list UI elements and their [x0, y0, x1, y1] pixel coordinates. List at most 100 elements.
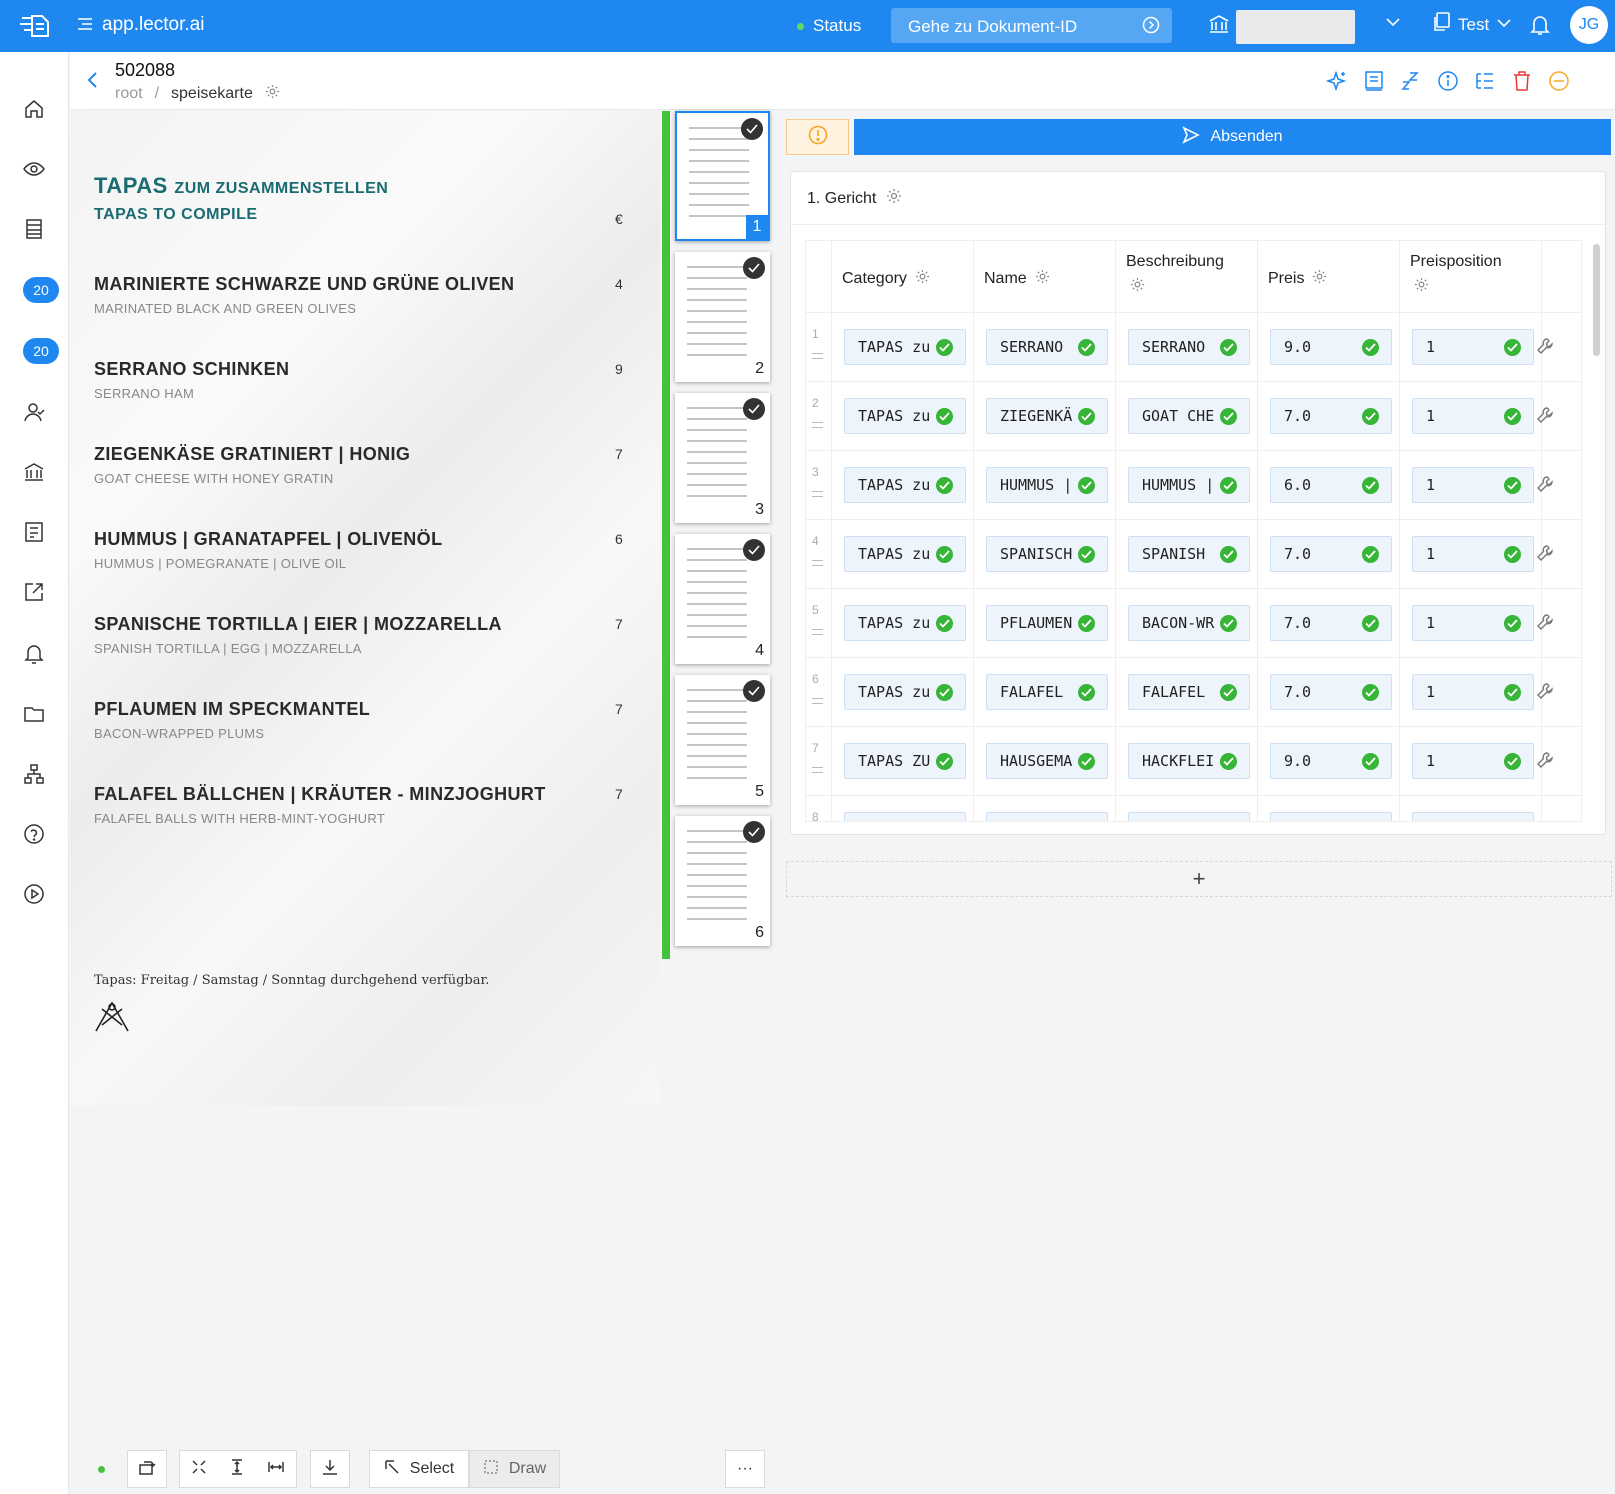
description-cell[interactable]: FALAFEL	[1128, 674, 1250, 710]
name-cell[interactable]: FALAFEL	[986, 674, 1108, 710]
name-cell[interactable]: PFLAUMEN	[986, 605, 1108, 641]
price-cell[interactable]: 9.0	[1270, 329, 1392, 365]
table-row[interactable]: 7 TAPAS ZU HAUSGEMA HACKFLEI 9.0 1	[806, 727, 1581, 796]
draw-tool-button[interactable]: Draw	[469, 1450, 560, 1488]
page-thumbnail[interactable]: 4	[675, 534, 770, 664]
drag-handle-icon[interactable]	[812, 629, 823, 635]
fit-page-icon[interactable]	[191, 1459, 207, 1480]
description-cell[interactable]: SERRANO	[1128, 329, 1250, 365]
settings-gear-icon[interactable]	[886, 188, 902, 209]
wrench-icon[interactable]	[1536, 820, 1554, 821]
settings-gear-icon[interactable]	[1130, 277, 1145, 297]
user-avatar[interactable]: JG	[1570, 6, 1608, 44]
count-badge[interactable]: 20	[23, 277, 59, 303]
ai-sparkle-icon[interactable]	[1325, 69, 1349, 93]
price-position-cell[interactable]: 1	[1412, 329, 1534, 365]
settings-gear-icon[interactable]	[265, 84, 280, 104]
drag-handle-icon[interactable]	[812, 560, 823, 566]
form-view-icon[interactable]	[1362, 69, 1386, 93]
select-tool-button[interactable]: Select	[369, 1450, 469, 1488]
help-icon[interactable]	[22, 822, 46, 846]
price-cell[interactable]: 6.0	[1270, 467, 1392, 503]
price-position-cell[interactable]: 1	[1412, 743, 1534, 779]
description-cell[interactable]: GOAT CHE	[1128, 398, 1250, 434]
go-arrow-icon[interactable]	[1142, 16, 1160, 39]
wrench-icon[interactable]	[1536, 544, 1554, 567]
status-indicator[interactable]: Status	[797, 16, 861, 36]
price-cell[interactable]: 7.0	[1270, 674, 1392, 710]
drag-handle-icon[interactable]	[812, 698, 823, 704]
table-scrollbar[interactable]	[1593, 244, 1600, 356]
name-cell[interactable]: SERRANO	[986, 329, 1108, 365]
goto-document-input[interactable]: Gehe zu Dokument-ID	[891, 8, 1172, 43]
home-icon[interactable]	[22, 97, 46, 121]
add-section-button[interactable]: +	[786, 861, 1612, 897]
name-cell[interactable]: HAUSGEMA	[986, 743, 1108, 779]
settings-gear-icon[interactable]	[1414, 277, 1429, 297]
name-cell[interactable]: SPANISCH	[986, 536, 1108, 572]
document-preview[interactable]: TAPAS ZUM ZUSAMMENSTELLEN TAPAS TO COMPI…	[70, 111, 660, 1106]
wrench-icon[interactable]	[1536, 682, 1554, 705]
category-cell[interactable]: TAPAS ZU	[844, 812, 966, 821]
eye-icon[interactable]	[22, 157, 46, 181]
column-header-description[interactable]: Beschreibung	[1115, 241, 1257, 313]
sleep-zz-icon[interactable]	[1399, 69, 1423, 93]
price-position-cell[interactable]: 1	[1412, 812, 1534, 821]
column-header-price[interactable]: Preis	[1257, 241, 1399, 313]
category-cell[interactable]: TAPAS zu	[844, 605, 966, 641]
category-cell[interactable]: TAPAS zu	[844, 467, 966, 503]
category-cell[interactable]: TAPAS zu	[844, 674, 966, 710]
page-thumbnail[interactable]: 6	[675, 816, 770, 946]
category-cell[interactable]: TAPAS zu	[844, 398, 966, 434]
price-position-cell[interactable]: 1	[1412, 605, 1534, 641]
play-icon[interactable]	[22, 882, 46, 906]
category-cell[interactable]: TAPAS zu	[844, 329, 966, 365]
price-position-cell[interactable]: 1	[1412, 398, 1534, 434]
wrench-icon[interactable]	[1536, 475, 1554, 498]
drag-handle-icon[interactable]	[812, 491, 823, 497]
folder-icon[interactable]	[22, 702, 46, 726]
count-badge[interactable]: 20	[23, 338, 59, 364]
form-icon[interactable]	[22, 520, 46, 544]
download-button[interactable]	[310, 1450, 350, 1488]
back-arrow-icon[interactable]	[86, 70, 100, 95]
wrench-icon[interactable]	[1536, 337, 1554, 360]
table-row[interactable]: 4 TAPAS zu SPANISCH SPANISH 7.0 1	[806, 520, 1581, 589]
price-position-cell[interactable]: 1	[1412, 467, 1534, 503]
settings-gear-icon[interactable]	[1035, 269, 1050, 289]
table-row[interactable]: 5 TAPAS zu PFLAUMEN BACON-WR 7.0 1	[806, 589, 1581, 658]
page-thumbnail[interactable]: 1	[675, 111, 770, 241]
table-row[interactable]: 2 TAPAS zu ZIEGENKÄ GOAT CHE 7.0 1	[806, 382, 1581, 451]
drag-handle-icon[interactable]	[812, 353, 823, 359]
column-header-category[interactable]: Category	[831, 241, 973, 313]
export-icon[interactable]	[22, 580, 46, 604]
price-position-cell[interactable]: 1	[1412, 536, 1534, 572]
price-cell[interactable]: 9.0	[1270, 812, 1392, 821]
wrench-icon[interactable]	[1536, 751, 1554, 774]
fit-width-icon[interactable]	[267, 1459, 285, 1480]
table-row[interactable]: 6 TAPAS zu FALAFEL FALAFEL 7.0 1	[806, 658, 1581, 727]
org-chart-icon[interactable]	[22, 762, 46, 786]
minus-circle-icon[interactable]	[1547, 69, 1571, 93]
fit-height-icon[interactable]	[229, 1458, 245, 1481]
price-cell[interactable]: 7.0	[1270, 605, 1392, 641]
submit-button[interactable]: Absenden	[854, 119, 1611, 155]
settings-gear-icon[interactable]	[915, 269, 930, 289]
breadcrumb-current[interactable]: speisekarte	[171, 85, 253, 103]
price-cell[interactable]: 7.0	[1270, 536, 1392, 572]
column-header-price-position[interactable]: Preisposition	[1399, 241, 1541, 313]
category-cell[interactable]: TAPAS zu	[844, 536, 966, 572]
breadcrumb-root[interactable]: root	[115, 85, 143, 103]
table-row[interactable]: 8 TAPAS ZU SHERRY H SHERRY R 9.0 1	[806, 796, 1581, 821]
description-cell[interactable]: HUMMUS |	[1128, 467, 1250, 503]
name-cell[interactable]: HUMMUS |	[986, 467, 1108, 503]
page-thumbnail[interactable]: 3	[675, 393, 770, 523]
category-cell[interactable]: TAPAS ZU	[844, 743, 966, 779]
description-cell[interactable]: SPANISH	[1128, 536, 1250, 572]
users-icon[interactable]	[22, 400, 46, 424]
table-row[interactable]: 3 TAPAS zu HUMMUS | HUMMUS | 6.0 1	[806, 451, 1581, 520]
page-thumbnail[interactable]: 2	[675, 252, 770, 382]
wrench-icon[interactable]	[1536, 613, 1554, 636]
wrench-icon[interactable]	[1536, 406, 1554, 429]
warning-button[interactable]	[786, 119, 849, 155]
